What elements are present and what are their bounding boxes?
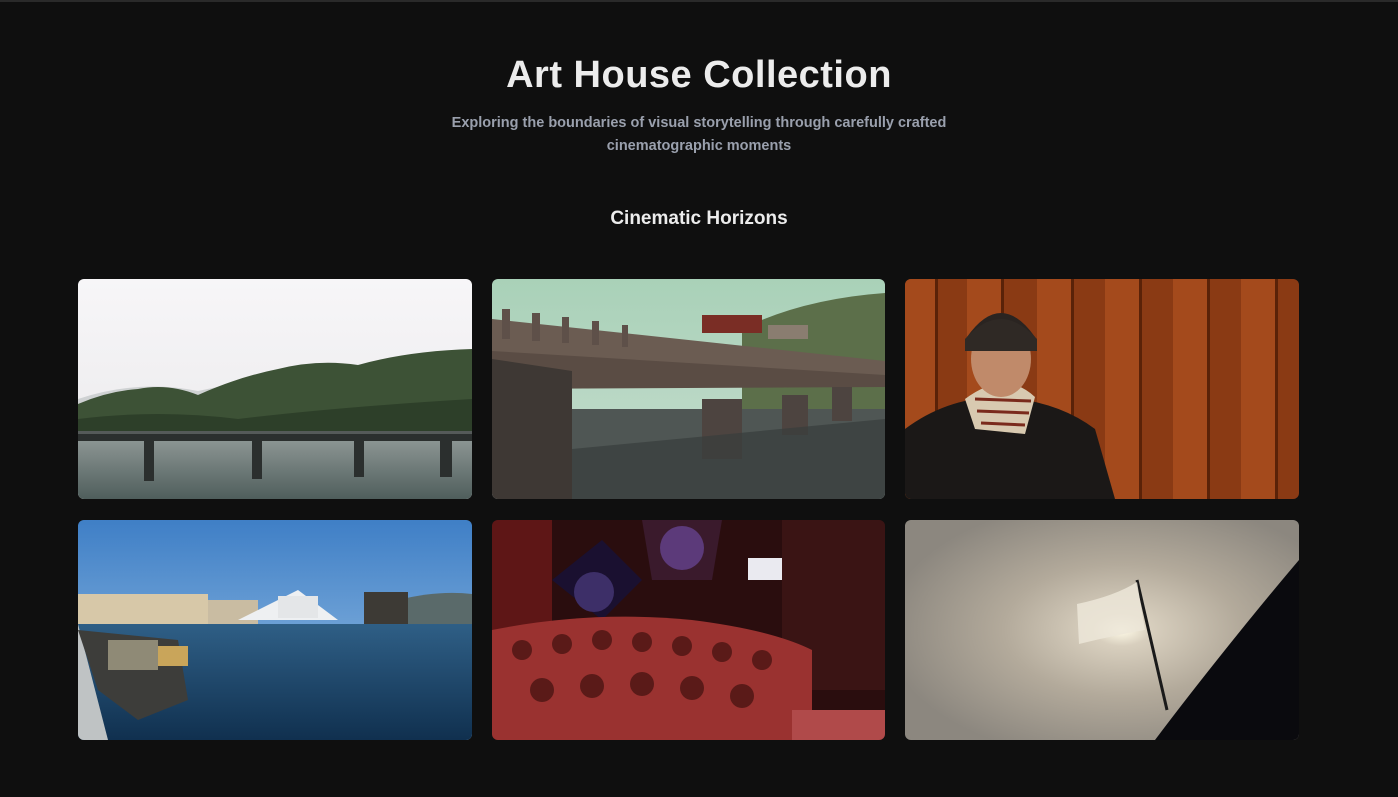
page-subtitle: Exploring the boundaries of visual story…	[451, 115, 947, 154]
gallery-card-railway-bridge[interactable]	[492, 279, 885, 499]
gallery-grid	[78, 279, 1299, 740]
gallery-card-flag-silhouette[interactable]	[905, 520, 1299, 740]
photo-railway-bridge	[492, 279, 885, 499]
top-border	[0, 0, 1398, 2]
section-title: Cinematic Horizons	[610, 208, 788, 229]
gallery-card-misty-lake-bridge[interactable]	[78, 279, 472, 499]
gallery-card-harbor-city[interactable]	[78, 520, 472, 740]
photo-misty-lake-bridge	[78, 279, 472, 499]
photo-flag-silhouette	[905, 520, 1299, 740]
page-title: Art House Collection	[506, 54, 892, 96]
photo-harbor-city	[78, 520, 472, 740]
photo-man-with-scarf	[905, 279, 1299, 499]
photo-stage-crowd	[492, 520, 885, 740]
gallery-card-stage-crowd[interactable]	[492, 520, 885, 740]
page-header: Art House Collection Exploring the bound…	[0, 52, 1398, 158]
gallery-card-man-with-scarf[interactable]	[905, 279, 1299, 499]
